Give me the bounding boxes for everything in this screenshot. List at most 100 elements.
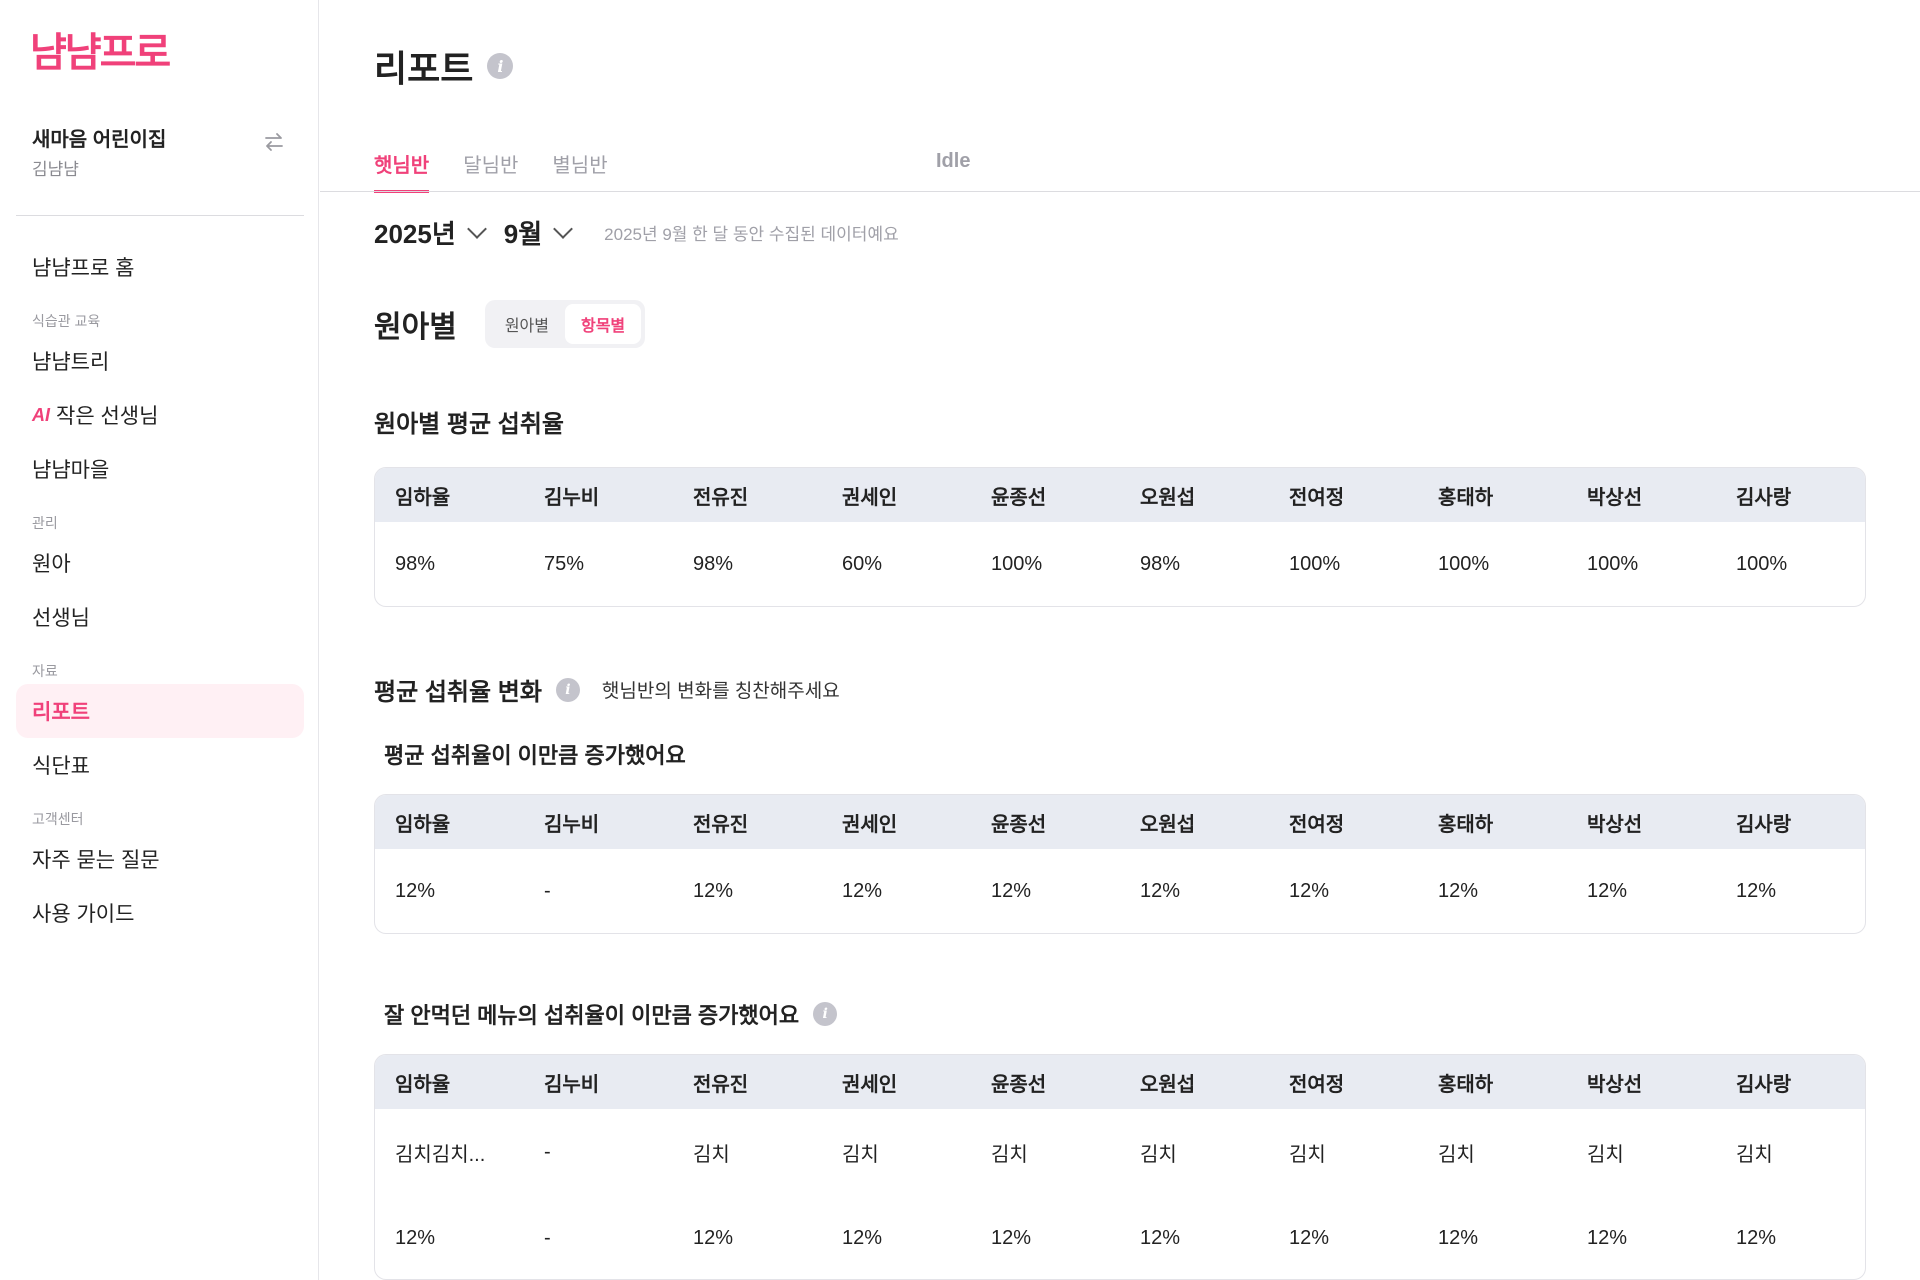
table-cell: 김치 <box>1140 1143 1177 1166</box>
change-table: 임하율 김누비 전유진 권세인 윤종선 오원섭 전여정 홍태하 박상선 김사랑 … <box>374 794 1866 934</box>
disliked-header: 잘 안먹던 메뉴의 섭취율이 이만큼 증가했어요 i <box>384 998 838 1030</box>
table-cell: 12% <box>842 879 883 902</box>
tab-star[interactable]: 별님반 <box>552 149 607 192</box>
sidebar-item-village[interactable]: 냠냠마을 <box>16 442 304 496</box>
table-cell: 12% <box>1140 1226 1181 1249</box>
table-cell: 60% <box>842 552 883 575</box>
table-header: 임하율 김누비 전유진 권세인 윤종선 오원섭 전여정 홍태하 박상선 김사랑 <box>375 1055 1865 1109</box>
table-cell: 김치 <box>1289 1143 1326 1166</box>
table-cell: 12% <box>1140 879 1181 902</box>
table-row: 98% 75% 98% 60% 100% 98% 100% 100% 100% … <box>375 522 1865 606</box>
table-cell: 100% <box>1289 552 1341 575</box>
table-cell: 12% <box>395 1226 436 1249</box>
table-cell: - <box>544 1226 551 1249</box>
praise-text: 햇님반의 변화를 칭찬해주세요 <box>601 681 840 702</box>
table-header-cell: 전유진 <box>693 1073 749 1096</box>
section-header: 원아별 원아별 항목별 <box>374 300 646 348</box>
sidebar-item-label: 작은 선생님 <box>56 405 159 428</box>
nav-section-support: 고객센터 <box>32 811 84 827</box>
section-title: 원아별 <box>374 311 457 344</box>
disliked-title: 잘 안먹던 메뉴의 섭취율이 이만큼 증가했어요 <box>384 1003 800 1028</box>
table-cell: 12% <box>1587 879 1628 902</box>
table-cell: 12% <box>1289 1226 1330 1249</box>
tab-moon[interactable]: 달님반 <box>463 149 518 192</box>
sidebar-item-home[interactable]: 냠냠프로 홈 <box>16 240 304 294</box>
table-cell: 김치김치... <box>395 1143 486 1166</box>
toggle-by-child[interactable]: 원아별 <box>489 304 565 344</box>
table-header-cell: 오원섭 <box>1140 1073 1196 1096</box>
month-value: 9월 <box>503 219 543 249</box>
table-header-cell: 김누비 <box>544 813 600 836</box>
table-header-cell: 박상선 <box>1587 813 1643 836</box>
tab-sun[interactable]: 햇님반 <box>374 149 430 193</box>
tab-idle-status: Idle <box>936 150 971 172</box>
table-header-cell: 홍태하 <box>1438 486 1494 509</box>
table-cell: - <box>544 1140 551 1163</box>
table-cell: 12% <box>1736 879 1777 902</box>
table-cell: 75% <box>544 552 585 575</box>
avg-intake-table: 임하율 김누비 전유진 권세인 윤종선 오원섭 전여정 홍태하 박상선 김사랑 … <box>374 467 1866 607</box>
table-cell: 김치 <box>1438 1143 1475 1166</box>
table-header-cell: 임하율 <box>395 813 451 836</box>
table-header-cell: 윤종선 <box>991 813 1047 836</box>
sidebar-item-tree[interactable]: 냠냠트리 <box>16 334 304 388</box>
table-header-cell: 권세인 <box>842 813 898 836</box>
table-cell: 12% <box>1438 1226 1479 1249</box>
sidebar-item-guide[interactable]: 사용 가이드 <box>16 886 304 940</box>
nav-section-habit: 식습관 교육 <box>32 313 101 329</box>
chevron-down-icon <box>553 218 574 239</box>
table-cell: 김치 <box>1736 1143 1773 1166</box>
sidebar-nav: 냠냠프로 홈 식습관 교육 냠냠트리 AI 작은 선생님 냠냠마을 관리 원아 … <box>16 240 304 940</box>
info-icon[interactable]: i <box>487 53 514 79</box>
table-header-cell: 윤종선 <box>991 1073 1047 1096</box>
table-cell: 김치 <box>991 1143 1028 1166</box>
year-value: 2025년 <box>374 219 456 249</box>
info-icon[interactable]: i <box>813 1002 838 1026</box>
table-cell: 12% <box>1587 1226 1628 1249</box>
table-header-cell: 전유진 <box>693 813 749 836</box>
table-header-cell: 오원섭 <box>1140 486 1196 509</box>
table-header-cell: 박상선 <box>1587 486 1643 509</box>
table-header-cell: 홍태하 <box>1438 813 1494 836</box>
sidebar-item-report[interactable]: 리포트 <box>16 684 304 738</box>
class-tabs: 햇님반 달님반 별님반 <box>374 140 642 193</box>
sidebar-item-menu[interactable]: 식단표 <box>16 738 304 792</box>
table-cell: 12% <box>693 879 734 902</box>
sidebar-item-ai-teacher[interactable]: AI 작은 선생님 <box>16 388 304 442</box>
table-header: 임하율 김누비 전유진 권세인 윤종선 오원섭 전여정 홍태하 박상선 김사랑 <box>375 468 1865 522</box>
table-cell: 김치 <box>693 1143 730 1166</box>
table-header-cell: 박상선 <box>1587 1073 1643 1096</box>
table-cell: 12% <box>991 879 1032 902</box>
toggle-by-item[interactable]: 항목별 <box>564 304 642 344</box>
month-select[interactable]: 9월 <box>503 214 574 251</box>
table-cell: 12% <box>395 879 436 902</box>
table-header-cell: 윤종선 <box>991 486 1047 509</box>
table-header-cell: 전여정 <box>1289 813 1345 836</box>
info-icon[interactable]: i <box>555 677 580 702</box>
table-cell: 12% <box>991 1226 1032 1249</box>
nav-section-data: 자료 <box>32 663 58 679</box>
table-header-cell: 전유진 <box>693 486 749 509</box>
switch-org-icon[interactable] <box>262 130 286 154</box>
table-header-cell: 권세인 <box>842 486 898 509</box>
table-cell: 12% <box>1438 879 1479 902</box>
table-header-cell: 김누비 <box>544 1073 600 1096</box>
table-header-cell: 전여정 <box>1289 486 1345 509</box>
brand-logo[interactable]: 냠냠프로 <box>30 28 171 78</box>
table-row: 12% - 12% 12% 12% 12% 12% 12% 12% 12% <box>375 849 1865 933</box>
year-select[interactable]: 2025년 <box>374 214 487 251</box>
table-header-cell: 임하율 <box>395 1073 451 1096</box>
sidebar-item-kids[interactable]: 원아 <box>16 536 304 590</box>
table-header-cell: 김누비 <box>544 486 600 509</box>
table-row: 12% - 12% 12% 12% 12% 12% 12% 12% 12% <box>375 1195 1865 1279</box>
org-info: 새마음 어린이집 김냠냠 <box>32 126 166 182</box>
table-header-cell: 임하율 <box>395 486 451 509</box>
table-row: 김치김치... - 김치 김치 김치 김치 김치 김치 김치 김치 <box>375 1109 1865 1195</box>
table-cell: 12% <box>842 1226 883 1249</box>
table-cell: 김치 <box>1587 1143 1624 1166</box>
change-header: 평균 섭취율 변화 i 햇님반의 변화를 칭찬해주세요 <box>374 672 840 707</box>
sidebar-item-faq[interactable]: 자주 묻는 질문 <box>16 832 304 886</box>
table-cell: 12% <box>693 1226 734 1249</box>
disliked-table: 임하율 김누비 전유진 권세인 윤종선 오원섭 전여정 홍태하 박상선 김사랑 … <box>374 1054 1866 1280</box>
sidebar-item-teachers[interactable]: 선생님 <box>16 590 304 644</box>
